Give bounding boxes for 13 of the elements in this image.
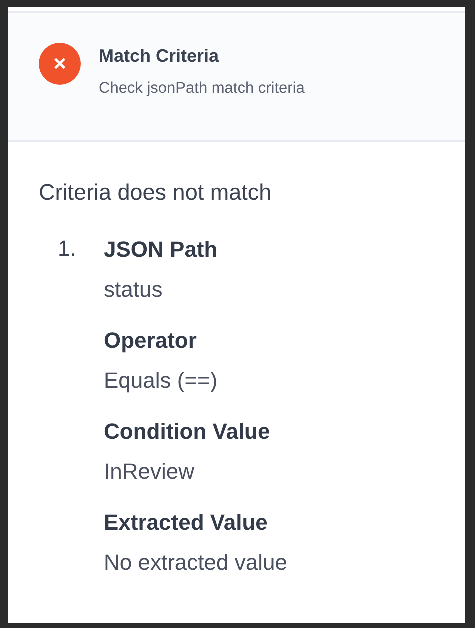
field-value: InReview [104, 458, 196, 486]
field-value: status [104, 276, 164, 304]
field-value: Equals (==) [104, 367, 219, 395]
card-title: Match Criteria [99, 46, 220, 67]
card-subtitle: Check jsonPath match criteria [99, 80, 305, 98]
field-label: Operator [104, 327, 198, 355]
field-value: No extracted value [104, 549, 288, 577]
field-label: Condition Value [104, 418, 272, 446]
list-number: 1. [58, 236, 78, 263]
error-icon: × [39, 43, 81, 85]
field-label: Extracted Value [104, 509, 269, 537]
result-message: Criteria does not match [38, 179, 273, 206]
field-label: JSON Path [104, 236, 219, 264]
